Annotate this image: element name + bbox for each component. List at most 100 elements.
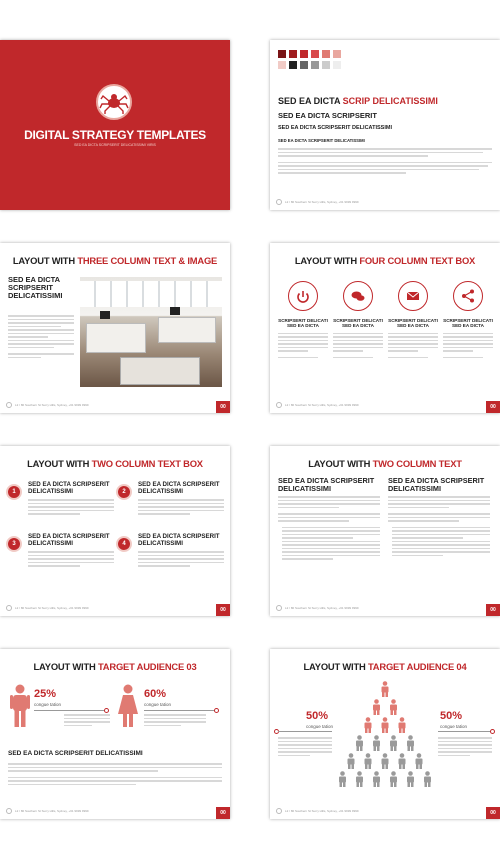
stat-2-label: congue tation	[144, 702, 172, 707]
person-icon	[407, 735, 414, 751]
stat-1-value: 25%	[34, 688, 57, 700]
person-icon	[373, 699, 380, 715]
column-2-heading: SED EA DICTA SCRIPSERIT DELICATISSIMI	[388, 476, 485, 493]
item-text	[138, 499, 224, 517]
footer: L2 / 80 Southern St Surry Hills, Sydney,…	[276, 198, 476, 206]
slide-four-column[interactable]: LAYOUT WITH FOUR COLUMN TEXT BOX SCRIPSE…	[270, 243, 500, 413]
slide-target-audience-04[interactable]: LAYOUT WITH TARGET AUDIENCE 04 50% congu…	[270, 649, 500, 819]
stat-1-line	[278, 731, 332, 732]
stat-2-dot	[214, 708, 219, 713]
slide-title: LAYOUT WITH FOUR COLUMN TEXT BOX	[294, 255, 476, 266]
person-icon	[364, 753, 372, 769]
footer: L2 / 80 Southern St Surry Hills, Sydney,…	[6, 401, 206, 409]
section-heading: SED EA DICTA SCRIPSERIT DELICATISSIMI	[8, 275, 63, 300]
item-heading: SED EA DICTA SCRIPSERIT DELICATISSIMI	[28, 481, 110, 495]
heading-2: SED EA DICTA SCRIPSERIT	[278, 111, 377, 120]
spider-icon	[96, 84, 132, 120]
color-swatch	[300, 50, 308, 58]
person-icon	[415, 753, 423, 769]
color-swatch	[322, 61, 330, 69]
mail-icon	[398, 281, 428, 311]
slide-two-column-text[interactable]: LAYOUT WITH TWO COLUMN TEXT SED EA DICTA…	[270, 446, 500, 616]
feature-column: SCRIPSERIT DELICATI SED EA DICTA	[333, 281, 383, 360]
number-badge: 1	[8, 486, 20, 498]
body-text	[278, 148, 492, 176]
column-text	[333, 332, 383, 359]
column-heading: SCRIPSERIT DELICATI SED EA DICTA	[388, 318, 438, 328]
person-icon	[364, 717, 372, 733]
slide-target-audience-03[interactable]: LAYOUT WITH TARGET AUDIENCE 03 25% congu…	[0, 649, 230, 819]
color-swatch	[289, 61, 297, 69]
number-badge: 3	[8, 538, 20, 550]
stat-2-value: 60%	[144, 688, 167, 700]
footer-logo-icon	[6, 605, 12, 611]
person-icon	[398, 753, 406, 769]
female-figure-icon	[118, 684, 138, 727]
person-icon	[424, 771, 431, 787]
person-icon	[381, 681, 389, 697]
stat-1-value: 50%	[306, 710, 329, 722]
footer-logo-icon	[276, 808, 282, 814]
stat-1-text	[278, 737, 332, 758]
slide-cover[interactable]: DIGITAL STRATEGY TEMPLATES SED EA DICTA …	[0, 40, 230, 210]
footer-logo-icon	[276, 199, 282, 205]
slide-typography[interactable]: SED EA DICTA SCRIP DELICATISSIMI SED EA …	[270, 40, 500, 210]
person-icon	[390, 699, 397, 715]
footer-logo-icon	[276, 605, 282, 611]
audience-pyramid	[339, 681, 431, 787]
column-text	[443, 332, 493, 359]
item-text	[28, 551, 114, 569]
color-swatch	[278, 50, 286, 58]
slide-title: LAYOUT WITH TARGET AUDIENCE 03	[33, 661, 197, 672]
column-heading: SCRIPSERIT DELICATI SED EA DICTA	[443, 318, 493, 328]
footer: L2 / 80 Southern St Surry Hills, Sydney,…	[6, 807, 206, 815]
page-number: 00	[216, 604, 230, 616]
body-text	[8, 763, 222, 787]
slide-title: LAYOUT WITH TARGET AUDIENCE 04	[303, 661, 467, 672]
stat-2-value: 50%	[440, 710, 463, 722]
power-icon	[288, 281, 318, 311]
person-icon	[381, 717, 389, 733]
column-2-text	[388, 496, 490, 558]
color-swatch	[322, 50, 330, 58]
slide-title: LAYOUT WITH TWO COLUMN TEXT BOX	[27, 458, 203, 469]
cover-subtitle: SED EA DICTA SCRIPSERIT DELICATISSIMI VI…	[74, 143, 156, 147]
number-badge: 4	[118, 538, 130, 550]
body-text	[8, 315, 74, 360]
color-swatch	[311, 61, 319, 69]
office-image	[80, 277, 222, 387]
slide-three-column[interactable]: LAYOUT WITH THREE COLUMN TEXT & IMAGE SE…	[0, 243, 230, 413]
stat-2-line	[144, 710, 216, 711]
stat-2-text	[144, 714, 206, 728]
footer-logo-icon	[6, 402, 12, 408]
column-1-text	[278, 496, 380, 562]
item-text	[138, 551, 224, 569]
footer: L2 / 80 Southern St Surry Hills, Sydney,…	[276, 604, 476, 612]
person-icon	[356, 735, 363, 751]
color-swatch	[300, 61, 308, 69]
item-heading: SED EA DICTA SCRIPSERIT DELICATISSIMI	[138, 481, 220, 495]
feature-column: SCRIPSERIT DELICATI SED EA DICTA	[278, 281, 328, 360]
page-number: 00	[486, 401, 500, 413]
stat-1-label: congue tation	[34, 702, 62, 707]
slide-two-column-box[interactable]: LAYOUT WITH TWO COLUMN TEXT BOX 1 SED EA …	[0, 446, 230, 616]
person-icon	[381, 753, 389, 769]
heading-3: SED EA DICTA SCRIPSERIT DELICATISSIMI	[278, 125, 392, 131]
person-icon	[373, 735, 380, 751]
cover-title: DIGITAL STRATEGY TEMPLATES	[24, 128, 206, 142]
numbered-item: 2 SED EA DICTA SCRIPSERIT DELICATISSIMI	[118, 481, 224, 530]
footer: L2 / 80 Southern St Surry Hills, Sydney,…	[276, 401, 476, 409]
footer: L2 / 80 Southern St Surry Hills, Sydney,…	[276, 807, 476, 815]
person-icon	[347, 753, 355, 769]
heading-4: SED EA DICTA SCRIPSERIT DELICATISSIMI	[278, 138, 365, 143]
feature-column: SCRIPSERIT DELICATI SED EA DICTA	[443, 281, 493, 360]
footer-logo-icon	[276, 402, 282, 408]
stat-2-line	[438, 731, 492, 732]
column-heading: SCRIPSERIT DELICATI SED EA DICTA	[278, 318, 328, 328]
column-heading: SCRIPSERIT DELICATI SED EA DICTA	[333, 318, 383, 328]
stat-1-label: congue tation	[306, 724, 334, 729]
slide-title: LAYOUT WITH TWO COLUMN TEXT	[308, 458, 462, 469]
color-swatch	[333, 61, 341, 69]
column-text	[278, 332, 328, 359]
page-number: 00	[216, 807, 230, 819]
